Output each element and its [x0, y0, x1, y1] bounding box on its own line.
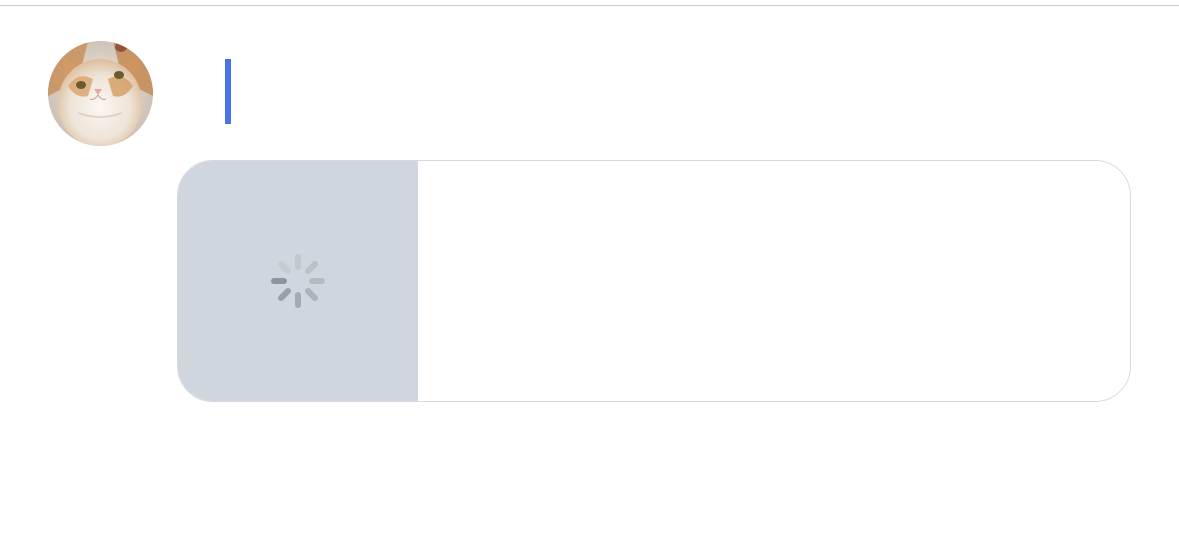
link-preview-thumbnail [178, 161, 418, 401]
post-composer-page [0, 0, 1179, 538]
text-caret [225, 59, 231, 124]
spinner-icon [271, 254, 325, 308]
avatar[interactable] [48, 41, 153, 146]
link-preview-card[interactable] [177, 160, 1131, 402]
top-divider [0, 5, 1179, 6]
link-preview-body [418, 161, 1130, 401]
post-text-input[interactable] [200, 50, 1130, 134]
cat-avatar-icon [48, 41, 153, 146]
